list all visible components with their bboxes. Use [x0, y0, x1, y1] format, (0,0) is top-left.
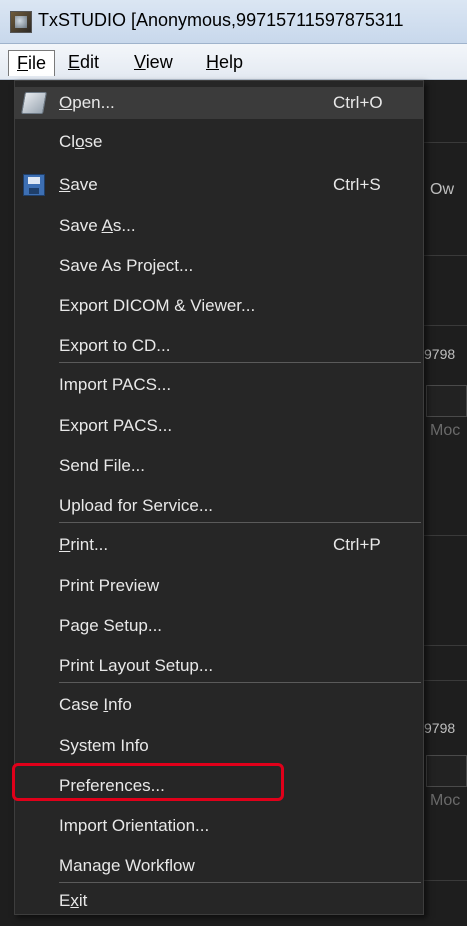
divider [424, 142, 467, 143]
menu-item-save[interactable]: Save Ctrl+S [15, 169, 423, 201]
menu-item-save-as[interactable]: Save As... [15, 210, 423, 242]
menu-item-export-pacs[interactable]: Export PACS... [15, 410, 423, 442]
modality-fragment: Moc [430, 792, 461, 809]
modality-fragment: Moc [430, 422, 461, 439]
menu-separator [59, 362, 421, 363]
menu-item-print-preview[interactable]: Print Preview [15, 570, 423, 602]
menu-item-open[interactable]: Open... Ctrl+O [15, 87, 423, 119]
menu-item-exit[interactable]: Exit [15, 885, 423, 917]
window-title: TxSTUDIO [Anonymous,99715711597875311 [38, 10, 404, 30]
save-disk-icon [23, 174, 45, 196]
menu-item-export-cd[interactable]: Export to CD... [15, 330, 423, 362]
field-box [426, 385, 467, 417]
menu-item-label: Save As Project... [59, 256, 194, 275]
divider [424, 645, 467, 646]
menu-item-case-info[interactable]: Case Info [15, 689, 423, 721]
menu-item-shortcut: Ctrl+S [333, 175, 381, 194]
divider [424, 255, 467, 256]
folder-open-icon [21, 92, 47, 114]
divider [424, 680, 467, 681]
menu-item-upload-service[interactable]: Upload for Service... [15, 490, 423, 522]
menu-edit[interactable]: Edit [60, 50, 107, 76]
window-title-bar: TxSTUDIO [Anonymous,99715711597875311 [0, 0, 467, 44]
divider [424, 325, 467, 326]
menu-item-close[interactable]: Close [15, 126, 423, 158]
menu-item-label: Print Layout Setup... [59, 656, 214, 675]
menu-separator [59, 682, 421, 683]
menu-item-page-setup[interactable]: Page Setup... [15, 610, 423, 642]
menu-item-label: Print... [59, 535, 109, 554]
menu-view[interactable]: View [126, 50, 181, 76]
menu-bar: File Edit View Help [0, 44, 467, 80]
menu-item-label: Export PACS... [59, 416, 173, 435]
menu-item-manage-workflow[interactable]: Manage Workflow [15, 850, 423, 882]
menu-item-import-orientation[interactable]: Import Orientation... [15, 810, 423, 842]
menu-separator [59, 882, 421, 883]
highlight-annotation [12, 763, 284, 801]
menu-item-export-dicom[interactable]: Export DICOM & Viewer... [15, 290, 423, 322]
menu-item-print-layout-setup[interactable]: Print Layout Setup... [15, 650, 423, 682]
menu-separator [59, 522, 421, 523]
menu-item-label: System Info [59, 736, 149, 755]
menu-item-label: Save As... [59, 216, 136, 235]
field-box [426, 755, 467, 787]
menu-item-label: Export to CD... [59, 336, 171, 355]
menu-item-system-info[interactable]: System Info [15, 730, 423, 762]
menu-item-label: Import PACS... [59, 375, 172, 394]
menu-item-shortcut: Ctrl+O [333, 93, 383, 112]
menu-item-label: Manage Workflow [59, 856, 195, 875]
menu-item-label: Print Preview [59, 576, 160, 595]
menu-item-label: Case Info [59, 695, 132, 714]
menu-item-label: Exit [59, 891, 88, 910]
divider [424, 535, 467, 536]
menu-item-label: Close [59, 132, 103, 151]
id-fragment: 9798 [424, 346, 456, 362]
menu-item-label: Save [59, 175, 98, 194]
menu-item-label: Export DICOM & Viewer... [59, 296, 256, 315]
menu-file[interactable]: File [8, 50, 56, 76]
menu-item-send-file[interactable]: Send File... [15, 450, 423, 482]
menu-item-save-as-project[interactable]: Save As Project... [15, 250, 423, 282]
menu-help[interactable]: Help [198, 50, 251, 76]
menu-item-label: Open... [59, 93, 115, 112]
app-logo-icon [10, 11, 32, 33]
menu-item-shortcut: Ctrl+P [333, 535, 381, 554]
menu-item-print[interactable]: Print... Ctrl+P [15, 529, 423, 561]
menu-item-label: Upload for Service... [59, 496, 214, 515]
menu-item-import-pacs[interactable]: Import PACS... [15, 369, 423, 401]
id-fragment: 9798 [424, 720, 456, 736]
menu-item-label: Page Setup... [59, 616, 163, 635]
menu-item-label: Import Orientation... [59, 816, 210, 835]
owner-label-fragment: Ow [430, 181, 454, 198]
divider [424, 880, 467, 881]
menu-item-label: Send File... [59, 456, 145, 475]
